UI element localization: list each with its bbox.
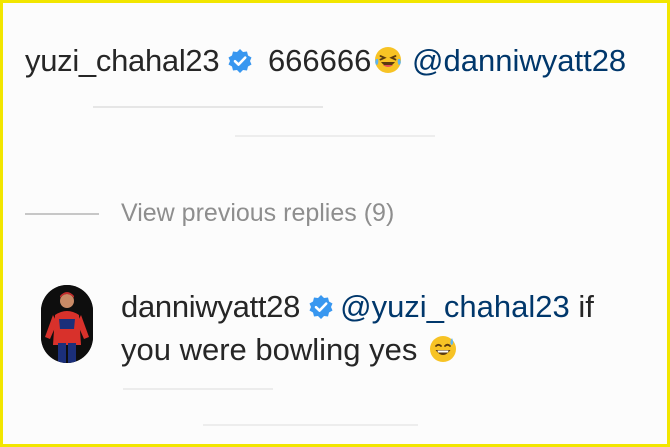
reply-text-line1-suffix: if: [578, 289, 594, 324]
top-comment-text: 666666: [267, 43, 372, 78]
view-previous-replies-label[interactable]: View previous replies (9): [121, 199, 394, 228]
blurred-hide-replies-line: [203, 424, 418, 426]
sweat-smile-emoji-icon: [428, 334, 458, 374]
top-comment-username[interactable]: yuzi_chahal23: [25, 43, 220, 78]
top-comment-mention[interactable]: @danniwyatt28: [412, 43, 626, 78]
reply-text: danniwyatt28 @yuzi_chahal23 if you were b…: [121, 287, 651, 374]
reply-mention[interactable]: @yuzi_chahal23: [340, 289, 570, 324]
screenshot-frame: yuzi_chahal23 666666 @danniwyatt28 View …: [0, 0, 670, 447]
reply-text-line2: you were bowling yes: [121, 332, 418, 367]
blurred-meta-line: [123, 388, 273, 390]
verified-badge-icon: [227, 44, 253, 84]
replies-divider-line: [25, 212, 99, 215]
reply-username[interactable]: danniwyatt28: [121, 289, 300, 324]
top-comment: yuzi_chahal23 666666 @danniwyatt28: [25, 41, 626, 85]
view-previous-replies[interactable]: View previous replies (9): [25, 199, 394, 228]
verified-badge-icon: [308, 290, 334, 330]
avatar[interactable]: [41, 285, 93, 363]
blurred-meta-line: [235, 135, 435, 137]
blurred-meta-line: [93, 106, 323, 108]
laughing-emoji-icon: [373, 45, 403, 85]
